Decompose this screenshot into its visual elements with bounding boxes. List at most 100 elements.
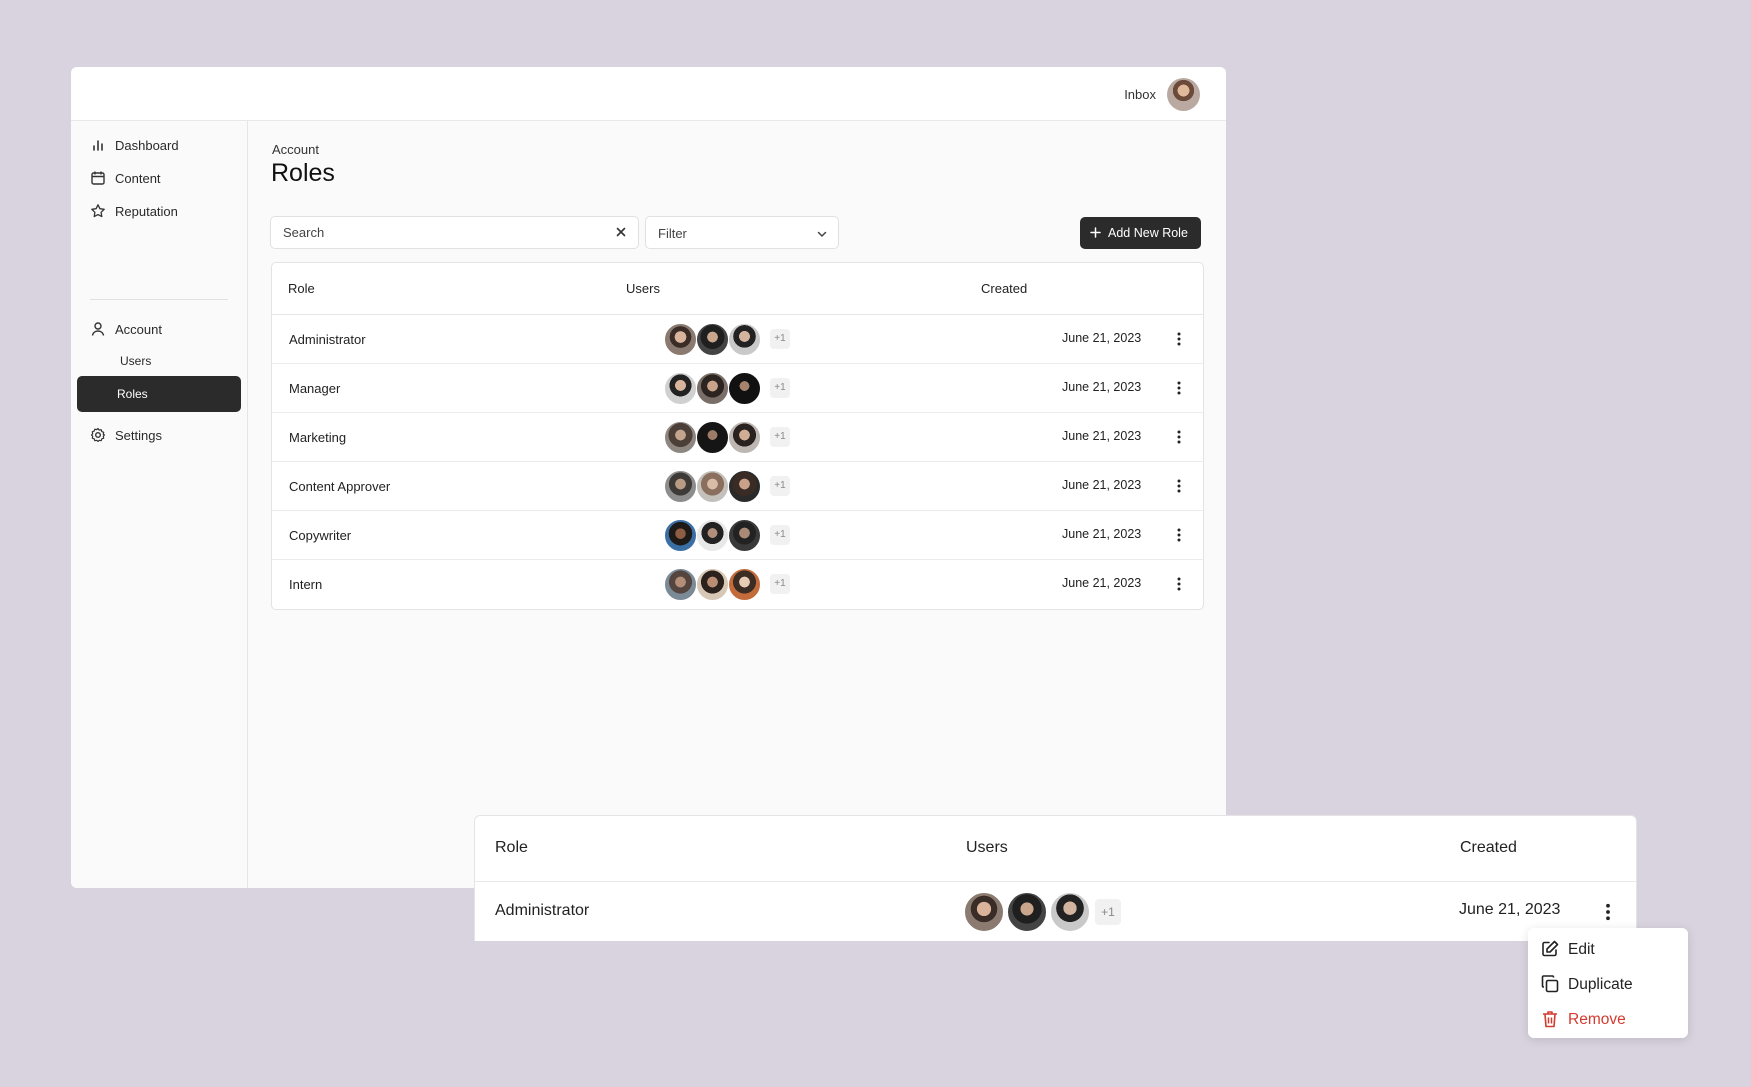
more-users-badge[interactable]: +1: [770, 574, 790, 594]
sidebar-item-settings[interactable]: Settings: [83, 420, 241, 450]
role-name: Copywriter: [289, 528, 352, 543]
created-date: June 21, 2023: [1062, 331, 1142, 345]
avatar[interactable]: [963, 891, 1005, 933]
avatar[interactable]: [728, 470, 761, 503]
user-icon: [91, 322, 105, 336]
plus-icon: [1090, 227, 1101, 238]
more-vertical-icon[interactable]: [1171, 478, 1187, 494]
column-header-users[interactable]: Users: [966, 839, 1008, 857]
table-header: Role Users Created: [272, 263, 1203, 315]
avatar[interactable]: [664, 519, 697, 552]
avatar[interactable]: [1006, 891, 1048, 933]
edit-icon: [1542, 940, 1559, 957]
table-row[interactable]: Marketing +1 June 21, 2023: [272, 413, 1203, 462]
menu-item-label: Duplicate: [1568, 976, 1633, 993]
avatar[interactable]: [696, 323, 729, 356]
search-box: [270, 216, 639, 249]
search-input[interactable]: [283, 225, 603, 240]
more-vertical-icon[interactable]: [1171, 576, 1187, 592]
avatar[interactable]: [696, 568, 729, 601]
menu-item-edit[interactable]: Edit: [1528, 931, 1688, 965]
column-header-created[interactable]: Created: [1460, 839, 1517, 857]
avatar[interactable]: [728, 372, 761, 405]
more-users-badge[interactable]: +1: [1095, 899, 1121, 925]
app-window: Inbox Dashboard Content Reputation Accou…: [71, 67, 1226, 888]
add-new-role-button[interactable]: Add New Role: [1080, 217, 1201, 249]
sidebar-item-label: Dashboard: [115, 137, 179, 153]
role-name: Administrator: [289, 332, 366, 347]
avatar[interactable]: [1049, 891, 1091, 933]
sidebar-item-roles[interactable]: Roles: [77, 376, 241, 412]
menu-item-remove[interactable]: Remove: [1528, 1001, 1688, 1035]
calendar-icon: [91, 171, 105, 185]
avatar[interactable]: [728, 323, 761, 356]
more-users-badge[interactable]: +1: [770, 329, 790, 349]
role-name: Manager: [289, 381, 341, 396]
table-row[interactable]: Content Approver +1 June 21, 2023: [272, 462, 1203, 511]
gear-icon: [90, 427, 106, 443]
avatar[interactable]: [696, 421, 729, 454]
more-vertical-icon[interactable]: [1171, 429, 1187, 445]
column-header-users[interactable]: Users: [626, 281, 660, 296]
more-users-badge[interactable]: +1: [770, 476, 790, 496]
more-users-badge[interactable]: +1: [770, 427, 790, 447]
more-vertical-icon[interactable]: [1171, 331, 1187, 347]
role-name: Administrator: [495, 902, 590, 919]
main-content: Account Roles Filter Add New Role Role U…: [248, 121, 1226, 888]
avatar[interactable]: [664, 568, 697, 601]
row-actions-menu: Edit Duplicate Remove: [1528, 928, 1688, 1038]
menu-item-label: Remove: [1568, 1011, 1626, 1028]
chevron-down-icon: [817, 231, 827, 238]
bar-chart-icon: [93, 140, 103, 151]
avatar[interactable]: [664, 323, 697, 356]
table-row[interactable]: Administrator +1 June 21, 2023: [272, 315, 1203, 364]
column-header-role[interactable]: Role: [495, 839, 528, 857]
avatar[interactable]: [664, 470, 697, 503]
zoomed-table-detail: Role Users Created Administrator +1 June…: [474, 815, 1637, 941]
page-title: Roles: [271, 159, 335, 187]
avatar[interactable]: [728, 519, 761, 552]
sidebar-item-reputation[interactable]: Reputation: [83, 196, 241, 226]
sidebar-item-label: Content: [115, 170, 161, 186]
more-vertical-icon[interactable]: [1171, 380, 1187, 396]
role-name: Content Approver: [289, 479, 391, 494]
column-header-created[interactable]: Created: [981, 281, 1027, 296]
menu-item-duplicate[interactable]: Duplicate: [1528, 966, 1688, 1000]
avatar[interactable]: [728, 421, 761, 454]
filter-select[interactable]: Filter: [645, 216, 839, 249]
table-header: Role Users Created: [475, 816, 1636, 882]
close-icon[interactable]: [614, 225, 628, 239]
avatar[interactable]: [696, 519, 729, 552]
avatar[interactable]: [696, 470, 729, 503]
top-bar: Inbox: [71, 67, 1226, 121]
avatar[interactable]: [664, 372, 697, 405]
inbox-link[interactable]: Inbox: [1124, 87, 1156, 102]
created-date: June 21, 2023: [1062, 478, 1142, 492]
created-date: June 21, 2023: [1062, 527, 1142, 541]
sidebar-divider: [90, 299, 228, 300]
breadcrumb[interactable]: Account: [272, 142, 319, 157]
avatar[interactable]: [728, 568, 761, 601]
created-date: June 21, 2023: [1459, 901, 1561, 918]
column-header-role[interactable]: Role: [288, 281, 315, 296]
table-row[interactable]: Administrator +1 June 21, 2023: [475, 882, 1636, 942]
more-users-badge[interactable]: +1: [770, 378, 790, 398]
star-icon: [91, 204, 105, 218]
more-users-badge[interactable]: +1: [770, 525, 790, 545]
table-row[interactable]: Manager +1 June 21, 2023: [272, 364, 1203, 413]
table-row[interactable]: Copywriter +1 June 21, 2023: [272, 511, 1203, 560]
sidebar-item-content[interactable]: Content: [83, 163, 241, 193]
table-row[interactable]: Intern +1 June 21, 2023: [272, 560, 1203, 609]
role-name: Marketing: [289, 430, 347, 445]
sidebar-item-dashboard[interactable]: Dashboard: [83, 130, 241, 160]
sidebar-item-users[interactable]: Users: [83, 346, 241, 376]
more-vertical-icon[interactable]: [1598, 902, 1618, 922]
sidebar: Dashboard Content Reputation Account Use…: [71, 121, 248, 888]
avatar[interactable]: [664, 421, 697, 454]
filter-value: Filter: [658, 226, 687, 241]
more-vertical-icon[interactable]: [1171, 527, 1187, 543]
sidebar-item-label: Roles: [117, 387, 148, 401]
user-avatar[interactable]: [1167, 78, 1200, 111]
sidebar-item-account[interactable]: Account: [83, 314, 241, 344]
avatar[interactable]: [696, 372, 729, 405]
